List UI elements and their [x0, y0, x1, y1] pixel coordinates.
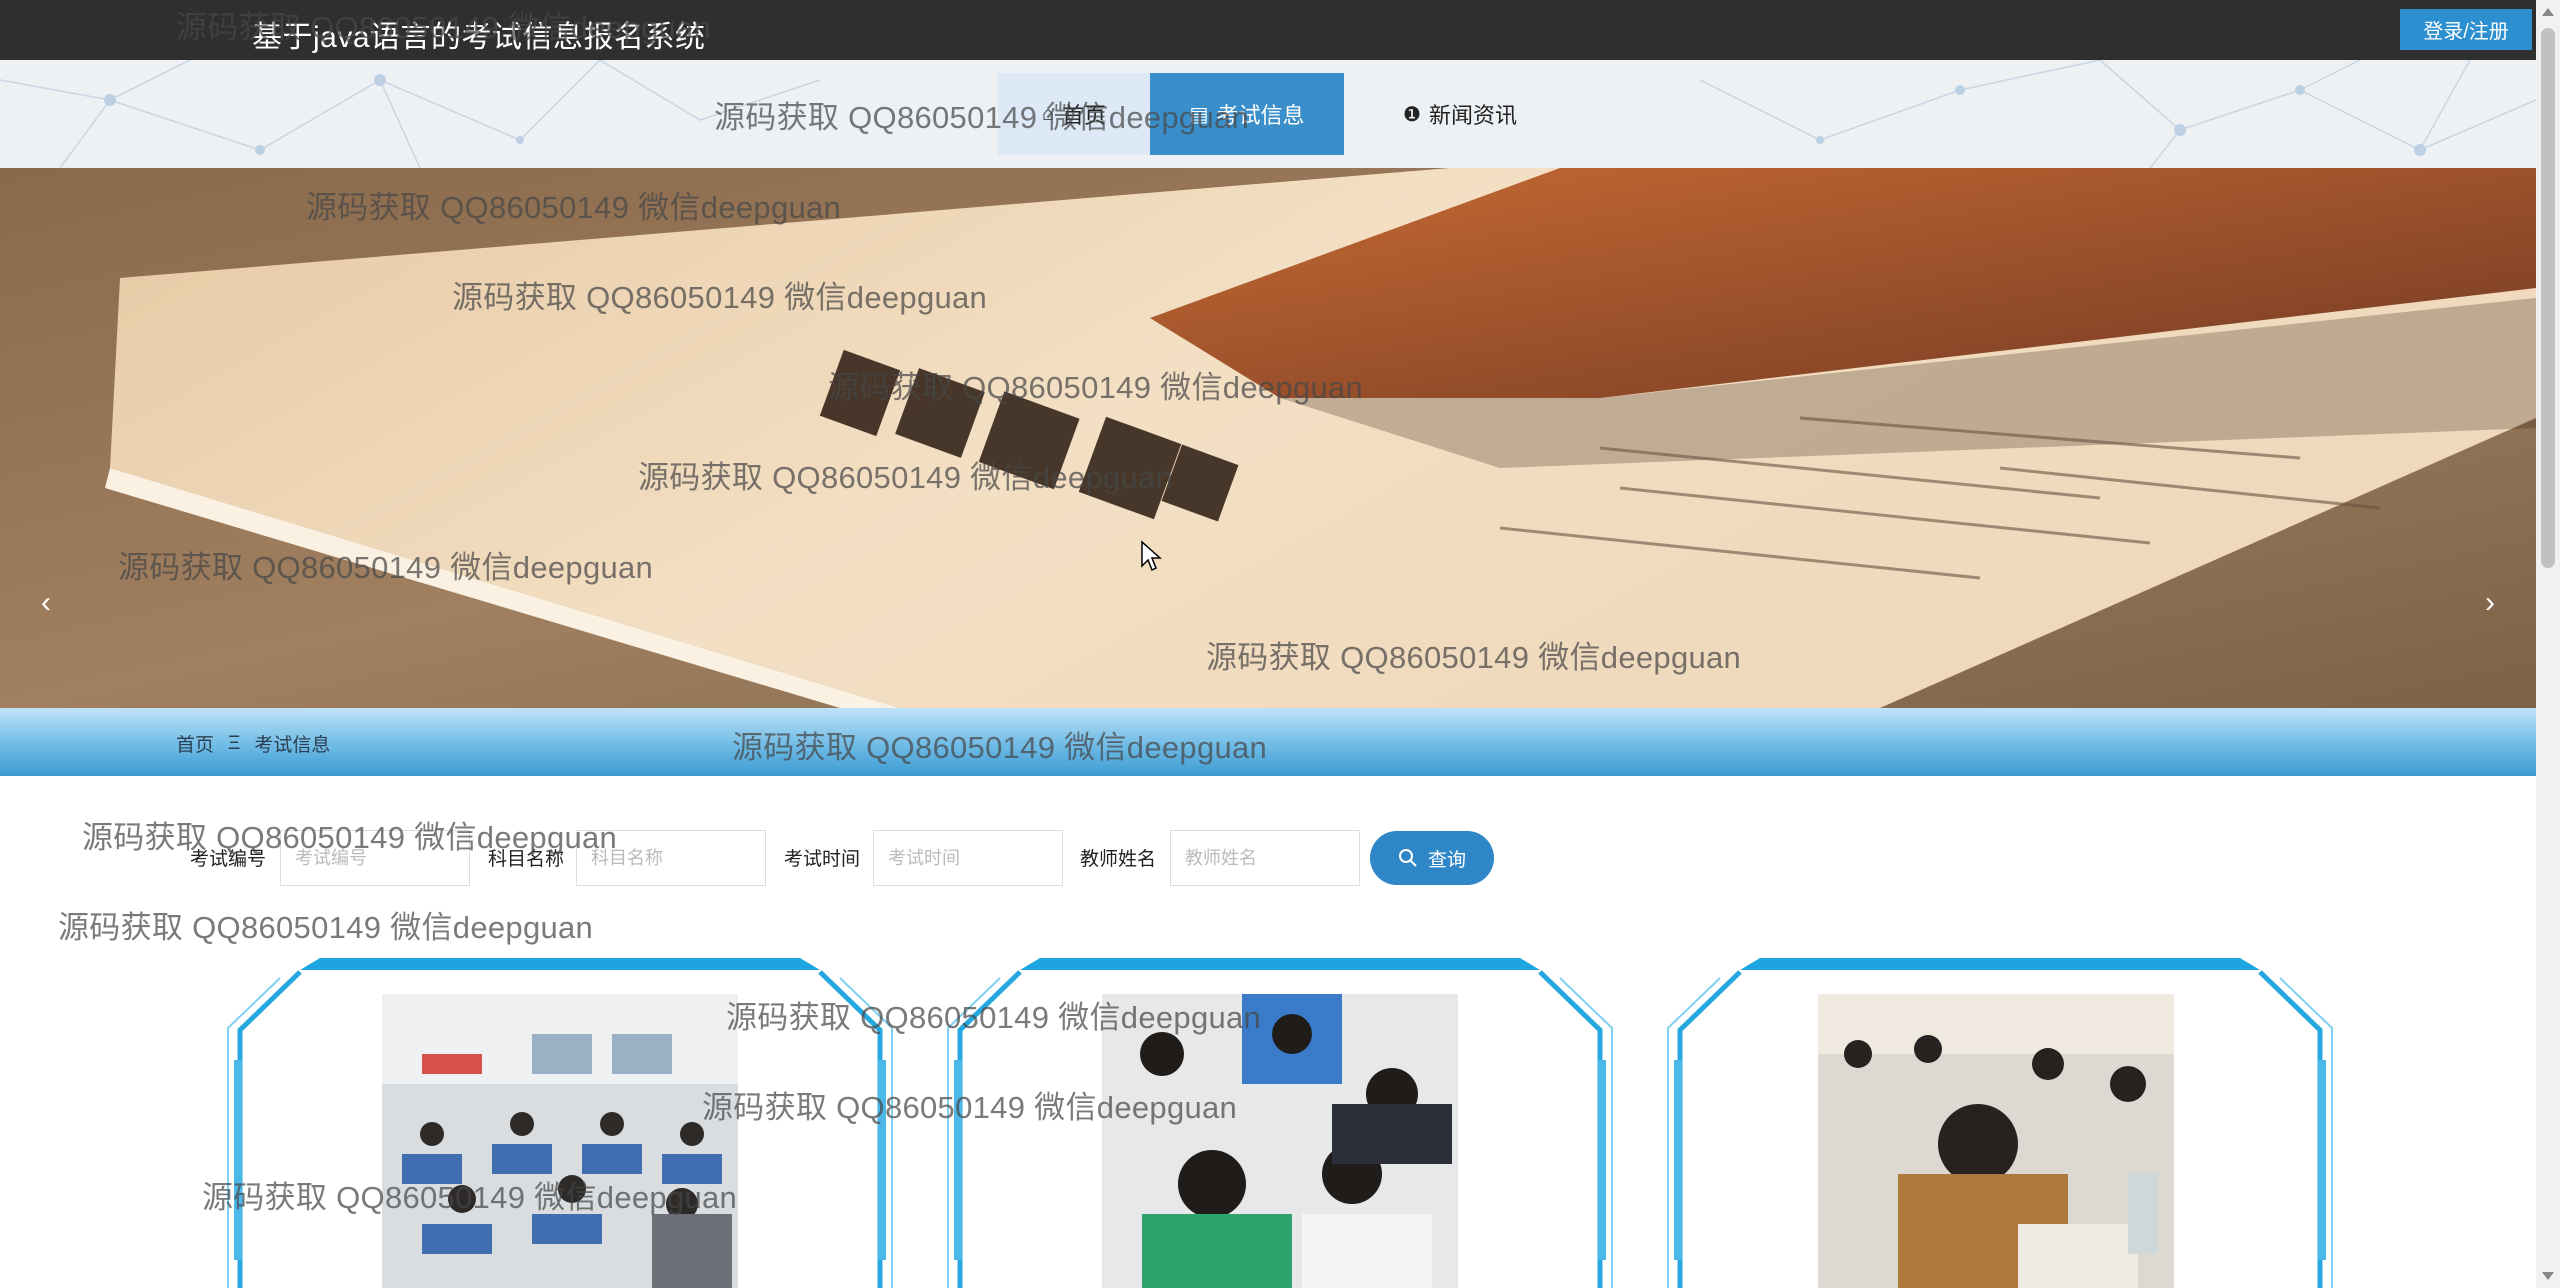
exam-time-label: 考试时间: [784, 849, 861, 870]
student-reading-photo: [1818, 994, 2174, 1288]
watermark-text: 源码获取 QQ86050149 微信deepguan: [58, 910, 594, 945]
site-title: 基于java语言的考试信息报名系统: [252, 21, 706, 54]
home-icon: ⌂: [1041, 102, 1055, 125]
nav-bar: ⌂ 首页 ▤ 考试信息 ❶ 新闻资讯: [0, 60, 2536, 168]
subject-name-input[interactable]: [576, 830, 766, 886]
search-icon: [1398, 849, 1417, 867]
search-form: 考试编号 科目名称 考试时间 教师姓名 查询: [0, 830, 2536, 886]
breadcrumb-separator-icon: Ξ: [228, 732, 241, 754]
chevron-left-icon: ‹: [41, 586, 51, 619]
teacher-name-input[interactable]: [1170, 830, 1360, 886]
nav-exam-info-label: 考试信息: [1216, 103, 1305, 128]
breadcrumb-current-link[interactable]: 考试信息: [254, 730, 330, 757]
exam-card[interactable]: [940, 950, 1620, 1288]
mouse-pointer-icon: [1141, 540, 1162, 572]
scroll-down-arrow-icon[interactable]: [2542, 1272, 2554, 1280]
exam-card[interactable]: [1660, 950, 2340, 1288]
chevron-right-icon: ›: [2485, 586, 2495, 619]
subject-name-label: 科目名称: [488, 849, 565, 870]
exam-number-input[interactable]: [280, 830, 470, 886]
nav-exam-info[interactable]: ▤ 考试信息: [1150, 73, 1344, 155]
exam-number-label: 考试编号: [190, 849, 267, 870]
banner-exam-paper-image: [0, 168, 2536, 708]
login-register-button[interactable]: 登录/注册: [2400, 9, 2532, 50]
nav-news-label: 新闻资讯: [1428, 103, 1517, 128]
banner-carousel[interactable]: ‹ ›: [0, 168, 2536, 708]
exam-time-input[interactable]: [873, 830, 1063, 886]
clipboard-icon: ▤: [1189, 103, 1209, 126]
page-scrollbar[interactable]: [2536, 0, 2560, 1288]
nav-home-label: 首页: [1062, 103, 1107, 128]
nav-home[interactable]: ⌂ 首页: [998, 73, 1150, 155]
scroll-up-arrow-icon[interactable]: [2542, 8, 2554, 16]
breadcrumb-home-link[interactable]: 首页: [176, 730, 214, 757]
query-button[interactable]: 查询: [1370, 831, 1494, 885]
carousel-next-button[interactable]: ›: [2470, 578, 2510, 628]
top-bar: 基于java语言的考试信息报名系统 登录/注册: [0, 0, 2536, 60]
classroom-exam-photo: [382, 994, 738, 1288]
breadcrumb-bar: 首页 Ξ 考试信息: [0, 708, 2536, 776]
teacher-name-label: 教师姓名: [1080, 849, 1157, 870]
query-button-label: 查询: [1427, 849, 1466, 871]
carousel-prev-button[interactable]: ‹: [26, 578, 66, 628]
scroll-thumb[interactable]: [2541, 28, 2555, 568]
breadcrumb: 首页 Ξ 考试信息: [176, 730, 330, 757]
nav-news[interactable]: ❶ 新闻资讯: [1370, 73, 1550, 155]
exam-card[interactable]: [220, 950, 900, 1288]
info-circle-icon: ❶: [1403, 103, 1421, 126]
students-writing-photo: [1102, 994, 1458, 1288]
